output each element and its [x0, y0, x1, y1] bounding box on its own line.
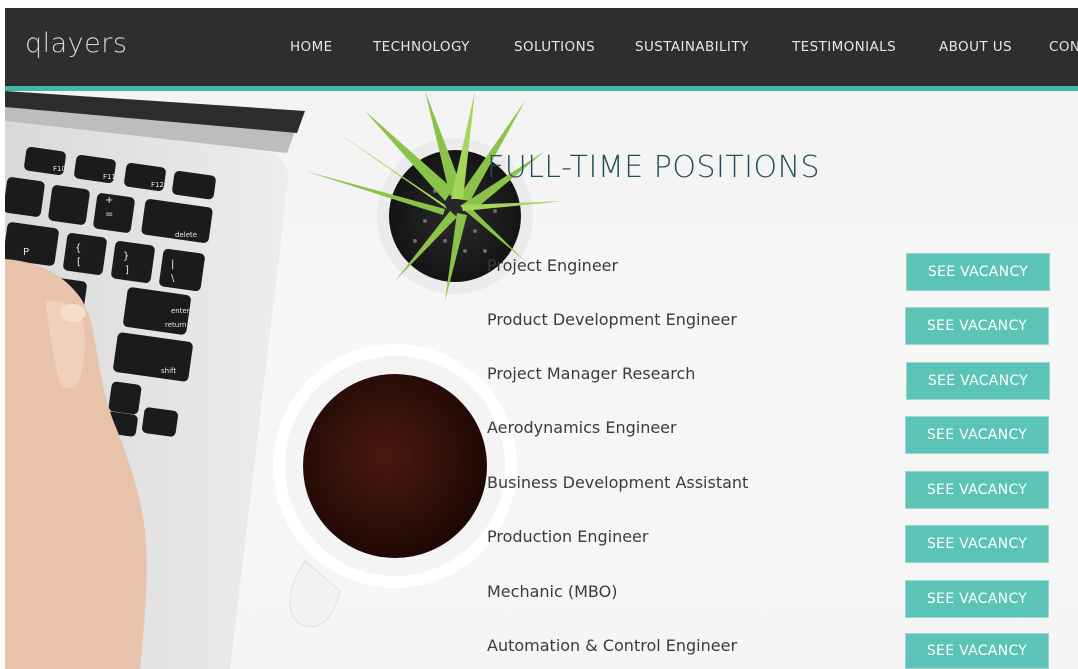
coffee-cup	[273, 344, 517, 628]
section-title: FULL-TIME POSITIONS	[487, 150, 821, 185]
see-vacancy-button-project-manager-research[interactable]: SEE VACANCY	[906, 362, 1050, 400]
logo[interactable]: qlayers	[25, 28, 127, 59]
key-label-bracket-open: [	[77, 257, 81, 268]
nav-item-solutions[interactable]: SOLUTIONS	[514, 39, 595, 55]
key-label-f12: F12	[151, 181, 164, 189]
job-title-automation-control-engineer[interactable]: Automation & Control Engineer	[487, 636, 737, 655]
see-vacancy-button-production-engineer[interactable]: SEE VACANCY	[905, 525, 1049, 563]
nav-item-contact[interactable]: CON	[1049, 39, 1078, 55]
see-vacancy-button-automation-control-engineer[interactable]: SEE VACANCY	[905, 633, 1049, 669]
nav-item-about-us[interactable]: ABOUT US	[939, 39, 1012, 55]
key-label-return: return	[165, 321, 186, 329]
key-label-brace-close: }	[123, 251, 129, 262]
nav-item-technology[interactable]: TECHNOLOGY	[373, 39, 470, 55]
job-title-project-manager-research[interactable]: Project Manager Research	[487, 364, 695, 383]
key-label-bracket-close: ]	[125, 265, 129, 276]
see-vacancy-button-product-development-engineer[interactable]: SEE VACANCY	[905, 307, 1049, 345]
see-vacancy-button-mechanic-mbo[interactable]: SEE VACANCY	[905, 580, 1049, 618]
see-vacancy-button-aerodynamics-engineer[interactable]: SEE VACANCY	[905, 416, 1049, 454]
job-title-mechanic-mbo[interactable]: Mechanic (MBO)	[487, 582, 617, 601]
job-title-production-engineer[interactable]: Production Engineer	[487, 527, 648, 546]
job-title-business-development-assistant[interactable]: Business Development Assistant	[487, 473, 748, 492]
key-label-f10: F10	[53, 165, 66, 173]
nav-item-sustainability[interactable]: SUSTAINABILITY	[635, 39, 749, 55]
key-label-enter: enter	[171, 307, 190, 315]
key-label-brace-open: {	[75, 243, 81, 254]
top-navbar: qlayers HOME TECHNOLOGY SOLUTIONS SUSTAI…	[5, 8, 1078, 86]
page: qlayers HOME TECHNOLOGY SOLUTIONS SUSTAI…	[0, 0, 1078, 669]
job-title-aerodynamics-engineer[interactable]: Aerodynamics Engineer	[487, 418, 677, 437]
nav-item-testimonials[interactable]: TESTIMONIALS	[792, 39, 896, 55]
job-title-project-engineer[interactable]: Project Engineer	[487, 256, 618, 275]
key-label-pipe: |	[171, 259, 174, 270]
see-vacancy-button-project-engineer[interactable]: SEE VACANCY	[906, 253, 1050, 291]
see-vacancy-button-business-development-assistant[interactable]: SEE VACANCY	[905, 471, 1049, 509]
key-label-plus: +	[105, 195, 113, 206]
key-label-f11: F11	[103, 173, 116, 181]
nav-item-home[interactable]: HOME	[290, 39, 333, 55]
job-title-product-development-engineer[interactable]: Product Development Engineer	[487, 310, 737, 329]
key-label-equals: =	[105, 209, 113, 220]
key-label-shift: shift	[161, 367, 176, 375]
key-label-p: P	[23, 247, 29, 258]
key-label-delete: delete	[175, 231, 197, 239]
